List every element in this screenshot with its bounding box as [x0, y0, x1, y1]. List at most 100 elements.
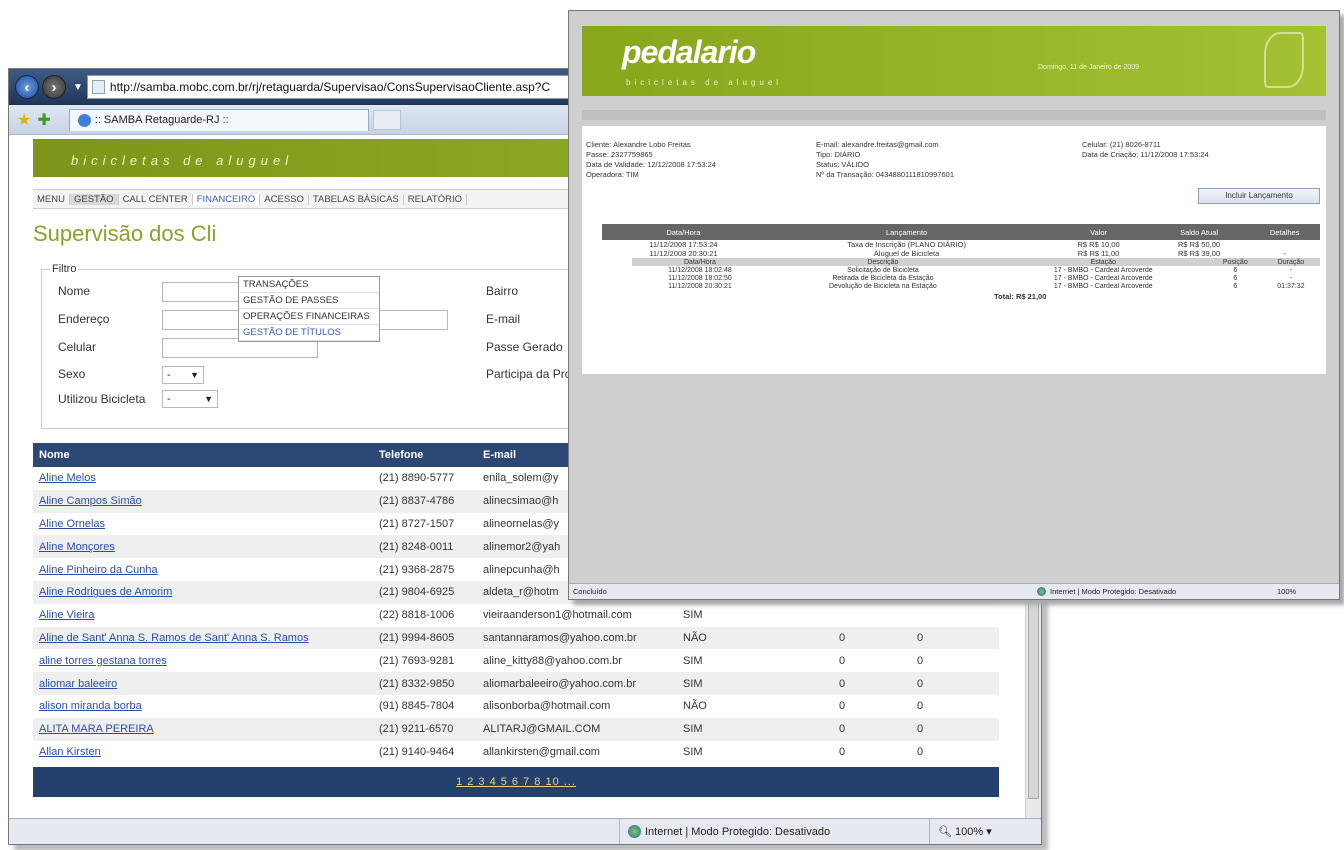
table-cell: Aline Campos Simão: [33, 489, 373, 513]
lancamentos-table: Data/Hora Lançamento Valor Saldo Atual D…: [602, 224, 1320, 258]
browser-tab[interactable]: :: SAMBA Retaguarde-RJ ::: [68, 108, 369, 131]
client-name-link[interactable]: Aline Vieira: [39, 609, 94, 621]
sub-col-header: Estação: [997, 258, 1209, 266]
table-cell: Allan Kirsten: [33, 741, 373, 764]
pedalario-logo: pedalario: [622, 34, 756, 70]
page-icon: [91, 80, 105, 94]
table-cell: (21) 9140-9464: [379, 745, 455, 758]
menu-item-call-center[interactable]: CALL CENTER: [119, 193, 193, 205]
menu-item-financeiro[interactable]: FINANCEIRO: [192, 193, 261, 205]
submenu-operacoes-financeiras[interactable]: OPERAÇÕES FINANCEIRAS: [239, 309, 379, 325]
label-passe-gerado: Passe Gerado: [486, 340, 563, 354]
info-tipo: Tipo: DIÁRIO: [816, 150, 861, 159]
lanc-row: 11/12/2008 20:30:21 Aluguel de Bicicleta R…: [602, 249, 1320, 258]
label-utilizou-bicicleta: Utilizou Bicicleta: [58, 392, 146, 406]
forward-arrow-icon[interactable]: ›: [42, 75, 66, 99]
label-nome: Nome: [58, 284, 91, 298]
sexo-select[interactable]: - ▼: [162, 366, 204, 384]
table-row[interactable]: aline torres gestana torres (21) 7693-928…: [33, 649, 999, 672]
lanc-cell: Taxa de Inscrição (PLANO DIÁRIO): [847, 240, 966, 249]
zoom-level-front[interactable]: 100%: [1277, 587, 1296, 596]
sub-col-header: Descrição: [767, 258, 998, 266]
bicicleta-value: -: [167, 393, 171, 405]
pagination[interactable]: 1 2 3 4 5 6 7 8 10 ...: [33, 767, 999, 797]
bike-rider-icon: [1264, 32, 1304, 88]
col-header[interactable]: Telefone: [373, 443, 477, 467]
label-celular: Celular: [58, 340, 97, 354]
zone-text: Internet | Modo Protegido: Desativado: [645, 825, 831, 838]
table-cell: SIM: [683, 609, 703, 622]
bicicleta-select[interactable]: - ▼: [162, 390, 218, 408]
table-cell: vieiraanderson1@hotmail.com: [483, 609, 632, 622]
table-row[interactable]: Aline de Sant' Anna S. Ramos de Sant' An…: [33, 626, 999, 650]
lanc-cell: Aluguel de Bicicleta: [873, 249, 940, 258]
client-name-link[interactable]: aliomar baleeiro: [39, 678, 117, 690]
globe-icon: [628, 825, 641, 838]
client-name-link[interactable]: alison miranda borba: [39, 700, 142, 712]
col-header[interactable]: Nome: [33, 443, 373, 467]
client-name-link[interactable]: Aline Melos: [39, 472, 96, 484]
sub-cell: Solicitação de Bicicleta: [847, 266, 919, 274]
table-cell: aline torres gestana torres: [33, 649, 373, 672]
table-cell: ALITA MARA PEREIRA: [33, 717, 373, 741]
table-row[interactable]: Allan Kirsten (21) 9140-9464 allankirsten@…: [33, 741, 999, 764]
ie-icon: [77, 113, 91, 127]
table-cell: santannaramos@yahoo.com.br: [477, 626, 677, 650]
sub-cell: -: [1289, 266, 1293, 274]
table-row[interactable]: aliomar baleeiro (21) 8332-9850 aliomarbal…: [33, 672, 999, 695]
table-cell: 0: [911, 672, 999, 695]
zoom-control[interactable]: 🔍︎ 100% ▾: [929, 819, 1000, 844]
history-dropdown-icon[interactable]: ▼: [73, 82, 83, 93]
security-zone: Internet | Modo Protegido: Desativado: [619, 819, 929, 844]
table-cell: 0: [833, 626, 911, 650]
submenu-gestao-de-passes[interactable]: GESTÃO DE PASSES: [239, 293, 379, 309]
back-arrow-icon[interactable]: ‹: [15, 75, 39, 99]
add-favorite-icon[interactable]: ✚: [37, 110, 50, 130]
info-transacao: Nº da Transação: 0434880111810997601: [816, 170, 954, 179]
client-name-link[interactable]: Allan Kirsten: [39, 746, 101, 758]
menu-item-acesso[interactable]: ACESSO: [260, 193, 309, 205]
table-cell: (21) 8332-9850: [373, 672, 477, 695]
submenu-gestao-de-titulos[interactable]: GESTÃO DE TÍTULOS: [239, 325, 379, 341]
client-name-link[interactable]: Aline de Sant' Anna S. Ramos de Sant' An…: [39, 632, 309, 644]
menu-item-tabelas-basicas[interactable]: TABELAS BÁSICAS: [309, 193, 404, 205]
submenu-transacoes[interactable]: TRANSAÇÕES: [239, 277, 379, 293]
menu-item-menu[interactable]: MENU: [33, 193, 70, 205]
favorites-star-icon[interactable]: ★: [17, 110, 31, 130]
table-cell: alisonborba@hotmail.com: [483, 700, 611, 713]
client-name-link[interactable]: Aline Campos Simão: [39, 495, 142, 507]
table-row[interactable]: Aline Vieira (22) 8818-1006 vieiraanderson…: [33, 604, 999, 627]
pagination-links[interactable]: 1 2 3 4 5 6 7 8 10 ...: [456, 776, 576, 788]
client-name-link[interactable]: Aline Monçores: [39, 541, 115, 553]
table-cell: (91) 8845-7804: [379, 700, 455, 713]
table-cell: Aline Ornelas: [33, 513, 373, 536]
sub-row: 11/12/2008 18:02:50 Retirada de Bicicleta…: [632, 274, 1320, 282]
lanc-col-header: Data/Hora: [602, 224, 765, 240]
table-cell: (21) 9368-2875: [379, 563, 455, 576]
label-sexo: Sexo: [58, 367, 86, 381]
menu-item-gestao[interactable]: GESTÃO: [69, 193, 119, 205]
client-name-link[interactable]: ALITA MARA PEREIRA: [39, 723, 154, 735]
table-cell: SIM: [677, 717, 833, 741]
incluir-lancamento-button[interactable]: Incluir Lançamento: [1198, 188, 1320, 204]
client-name-link[interactable]: Aline Ornelas: [39, 518, 105, 530]
client-name-link[interactable]: Aline Rodrigues de Amorim: [39, 586, 172, 598]
total-value: Total: R$ 21,00: [994, 292, 1047, 301]
table-row[interactable]: ALITA MARA PEREIRA (21) 9211-6570 ALITARJ@…: [33, 717, 999, 741]
sub-cell: -: [1289, 274, 1293, 282]
table-cell: 0: [917, 654, 924, 667]
info-operadora: Operadora: TIM: [586, 170, 639, 179]
table-cell: 0: [833, 717, 911, 741]
status-done: Concluído: [573, 587, 607, 596]
client-name-link[interactable]: Aline Pinheiro da Cunha: [39, 564, 158, 576]
table-cell: Aline Monçores: [33, 535, 373, 559]
client-name-link[interactable]: aline torres gestana torres: [39, 655, 167, 667]
menu-item-relatorio[interactable]: RELATÓRIO: [404, 193, 467, 205]
zone-text-front: Internet | Modo Protegido: Desativado: [1050, 587, 1177, 596]
table-cell: ALITARJ@GMAIL.COM: [477, 717, 677, 741]
table-cell: Aline Vieira: [33, 604, 373, 627]
new-tab-button[interactable]: [372, 109, 401, 130]
table-row[interactable]: alison miranda borba (91) 8845-7804 alison…: [33, 695, 999, 718]
lanc-row: 11/12/2008 17:53:24 Taxa de Inscrição (PL…: [602, 240, 1320, 249]
table-cell: 0: [839, 654, 846, 667]
